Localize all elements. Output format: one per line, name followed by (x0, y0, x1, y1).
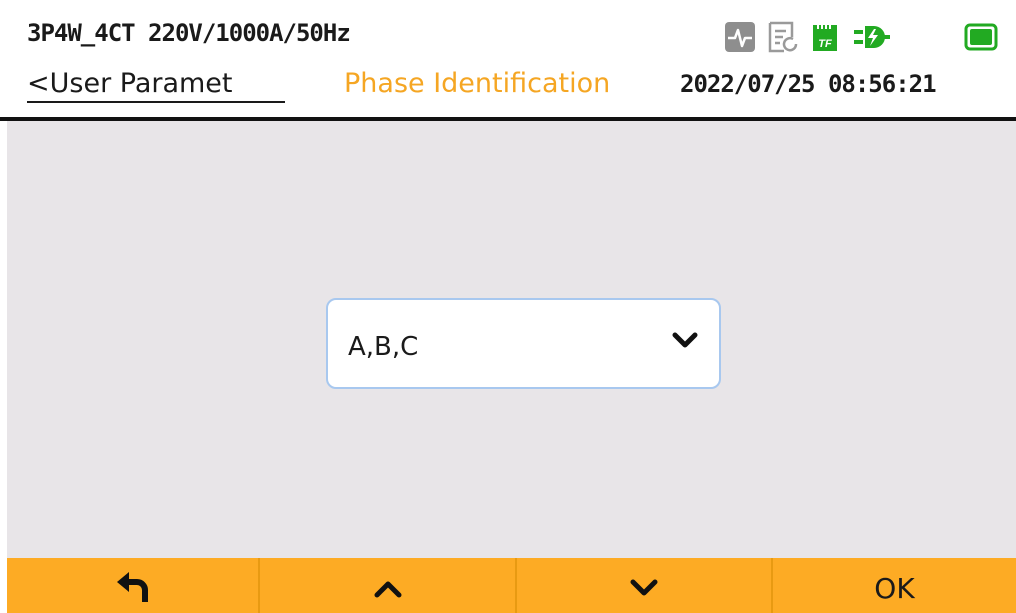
back-arrow-icon (115, 571, 151, 608)
chevron-down-icon (629, 577, 659, 603)
svg-text:TF: TF (818, 38, 832, 50)
waveform-icon (724, 21, 756, 57)
chevron-down-icon (671, 330, 699, 356)
report-icon (766, 21, 798, 57)
content-area: A,B,C (7, 121, 1016, 558)
ok-button[interactable]: OK (773, 558, 1016, 613)
page-title: Phase Identification (344, 68, 611, 99)
chevron-up-icon (373, 578, 403, 604)
phase-select-value: A,B,C (348, 332, 419, 362)
phase-select[interactable]: A,B,C (326, 298, 721, 389)
back-button[interactable] (7, 558, 258, 613)
bottom-toolbar: OK (7, 558, 1016, 613)
down-button[interactable] (517, 558, 771, 613)
wiring-info: 3P4W_4CT 220V/1000A/50Hz (27, 19, 351, 47)
ok-label: OK (874, 572, 915, 605)
up-button[interactable] (260, 558, 515, 613)
tf-card-icon: TF (810, 21, 840, 57)
back-link[interactable]: <User Paramet (27, 68, 285, 103)
battery-icon (964, 21, 998, 57)
datetime: 2022/07/25 08:56:21 (680, 70, 937, 98)
power-plug-icon (854, 21, 890, 57)
status-header: 3P4W_4CT 220V/1000A/50Hz TF <User Parame… (0, 0, 1016, 121)
